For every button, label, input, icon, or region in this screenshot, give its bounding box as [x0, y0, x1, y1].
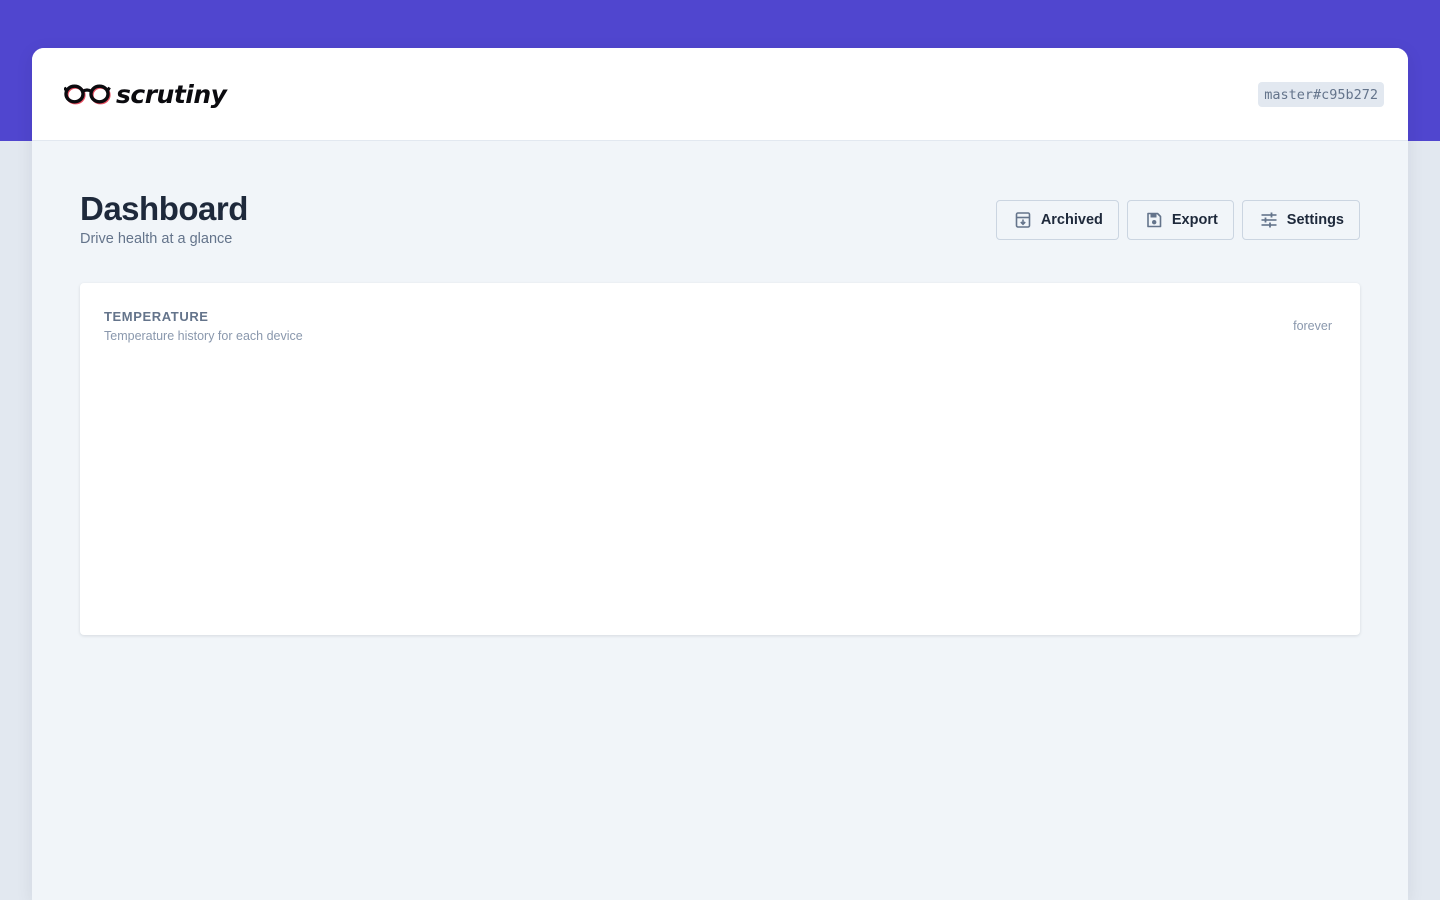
version-badge: master#c95b272 [1258, 81, 1384, 107]
archived-button[interactable]: Archived [995, 200, 1119, 240]
temperature-card-subtitle: Temperature history for each device [104, 329, 303, 343]
settings-button[interactable]: Settings [1241, 200, 1360, 240]
main-content: Dashboard Drive health at a glance Archi… [32, 141, 1408, 635]
page-actions: Archived Export Settings [995, 200, 1360, 240]
save-disk-icon [1147, 212, 1162, 228]
app-header: scrutiny master#c95b272 [32, 48, 1408, 141]
brand-logo[interactable]: scrutiny [64, 79, 227, 109]
export-button[interactable]: Export [1126, 200, 1234, 240]
temperature-card-title: TEMPERATURE [104, 309, 209, 324]
temperature-card: TEMPERATURE Temperature history for each… [80, 283, 1360, 635]
app-shell: scrutiny master#c95b272 Dashboard Drive … [32, 48, 1408, 900]
page-title: Dashboard [80, 190, 248, 227]
export-button-label: Export [1171, 212, 1218, 228]
sliders-icon [1261, 212, 1277, 228]
temperature-card-header: TEMPERATURE Temperature history for each… [104, 309, 303, 343]
archived-button-label: Archived [1040, 212, 1103, 228]
page-subtitle: Drive health at a glance [80, 231, 233, 248]
glasses-icon [64, 84, 111, 105]
archive-box-icon [1015, 212, 1031, 228]
page-heading: Dashboard Drive health at a glance Archi… [80, 190, 1360, 283]
settings-button-label: Settings [1286, 212, 1344, 228]
brand-name: scrutiny [116, 79, 227, 109]
temperature-range-selector[interactable]: forever [1293, 319, 1332, 333]
page-title-group: Dashboard Drive health at a glance [80, 190, 248, 248]
